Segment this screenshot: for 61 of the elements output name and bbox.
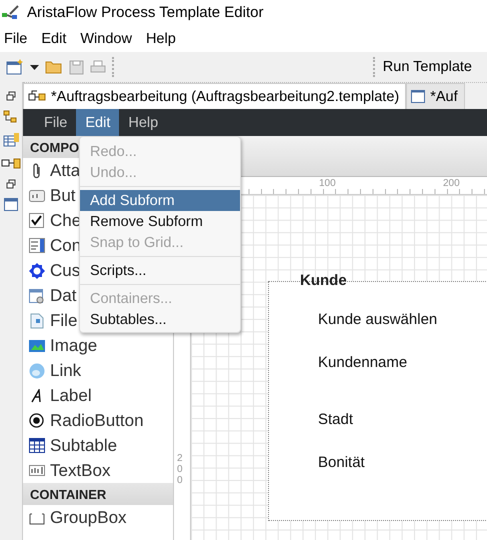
gear-icon xyxy=(28,262,44,278)
ruler-label: 200 xyxy=(177,453,184,486)
table-icon[interactable] xyxy=(3,133,19,147)
menu-item[interactable]: File xyxy=(4,30,28,46)
run-template-button[interactable]: Run Template xyxy=(382,59,487,75)
ruler-label: 200 xyxy=(443,178,460,189)
field-label: Bonität xyxy=(318,454,365,471)
image-icon xyxy=(28,340,44,352)
palette-item[interactable]: But xyxy=(50,186,76,206)
menu-item[interactable]: Remove Subform xyxy=(80,211,240,232)
palette-item[interactable]: Link xyxy=(50,360,82,380)
restore-icon[interactable] xyxy=(6,179,16,189)
menu-item[interactable]: Subtables... xyxy=(80,309,240,330)
window-title: AristaFlow Process Template Editor xyxy=(27,4,264,21)
menu-item[interactable]: Edit xyxy=(76,109,120,136)
window-icon[interactable] xyxy=(4,198,18,211)
globe-icon xyxy=(28,362,44,378)
palette-item[interactable]: TextBox xyxy=(50,460,110,480)
editor-tab[interactable]: *Auf xyxy=(406,83,465,109)
menu-item[interactable]: Help xyxy=(146,30,176,46)
menu-item[interactable]: File xyxy=(35,109,76,136)
palette-item[interactable]: File xyxy=(50,310,78,330)
combobox-icon xyxy=(28,238,44,253)
menu-item[interactable]: Window xyxy=(80,30,132,46)
process-icon[interactable] xyxy=(1,156,21,170)
group-title: Kunde xyxy=(300,272,347,289)
menu-item[interactable]: Edit xyxy=(41,30,66,46)
dropdown-caret-icon[interactable] xyxy=(30,64,39,70)
file-icon xyxy=(30,312,44,328)
menu-item[interactable]: Add Subform xyxy=(80,190,240,211)
button-icon xyxy=(28,188,44,202)
table-icon xyxy=(28,438,44,453)
palette-item[interactable]: Subtable xyxy=(50,436,118,456)
palette-item[interactable]: Cus xyxy=(50,260,80,280)
palette-item[interactable]: RadioButton xyxy=(50,410,144,430)
process-icon xyxy=(28,90,46,104)
field-label: Kunde auswählen xyxy=(318,311,438,328)
tree-icon[interactable] xyxy=(3,110,19,124)
folder-icon[interactable] xyxy=(45,60,63,74)
section-header: CONTAINER xyxy=(23,483,173,505)
palette-item[interactable]: Label xyxy=(50,386,92,406)
palette-item[interactable]: Atta xyxy=(50,160,80,180)
radio-button-icon xyxy=(29,413,44,428)
window-icon xyxy=(411,90,426,103)
palette-item[interactable]: GroupBox xyxy=(50,508,127,528)
paperclip-icon xyxy=(32,162,42,178)
checkbox-icon xyxy=(29,213,44,228)
letter-a-icon xyxy=(30,388,42,402)
groupbox-icon xyxy=(28,510,44,524)
palette-item[interactable]: Dat xyxy=(50,286,76,306)
palette-item[interactable]: Image xyxy=(50,336,98,356)
ruler-label: 100 xyxy=(319,178,336,189)
field-label: Kundenname xyxy=(318,354,408,371)
textbox-icon xyxy=(28,465,44,476)
new-file-icon[interactable] xyxy=(6,59,24,75)
calendar-icon xyxy=(29,288,44,304)
menu-item[interactable]: Scripts... xyxy=(80,260,240,281)
editor-tab[interactable]: *Auftragsbearbeitung (Auftragsbearbeitung2.template) xyxy=(23,83,406,109)
restore-icon[interactable] xyxy=(6,91,16,101)
menu-item[interactable]: Help xyxy=(119,109,168,136)
field-label: Stadt xyxy=(318,411,354,428)
